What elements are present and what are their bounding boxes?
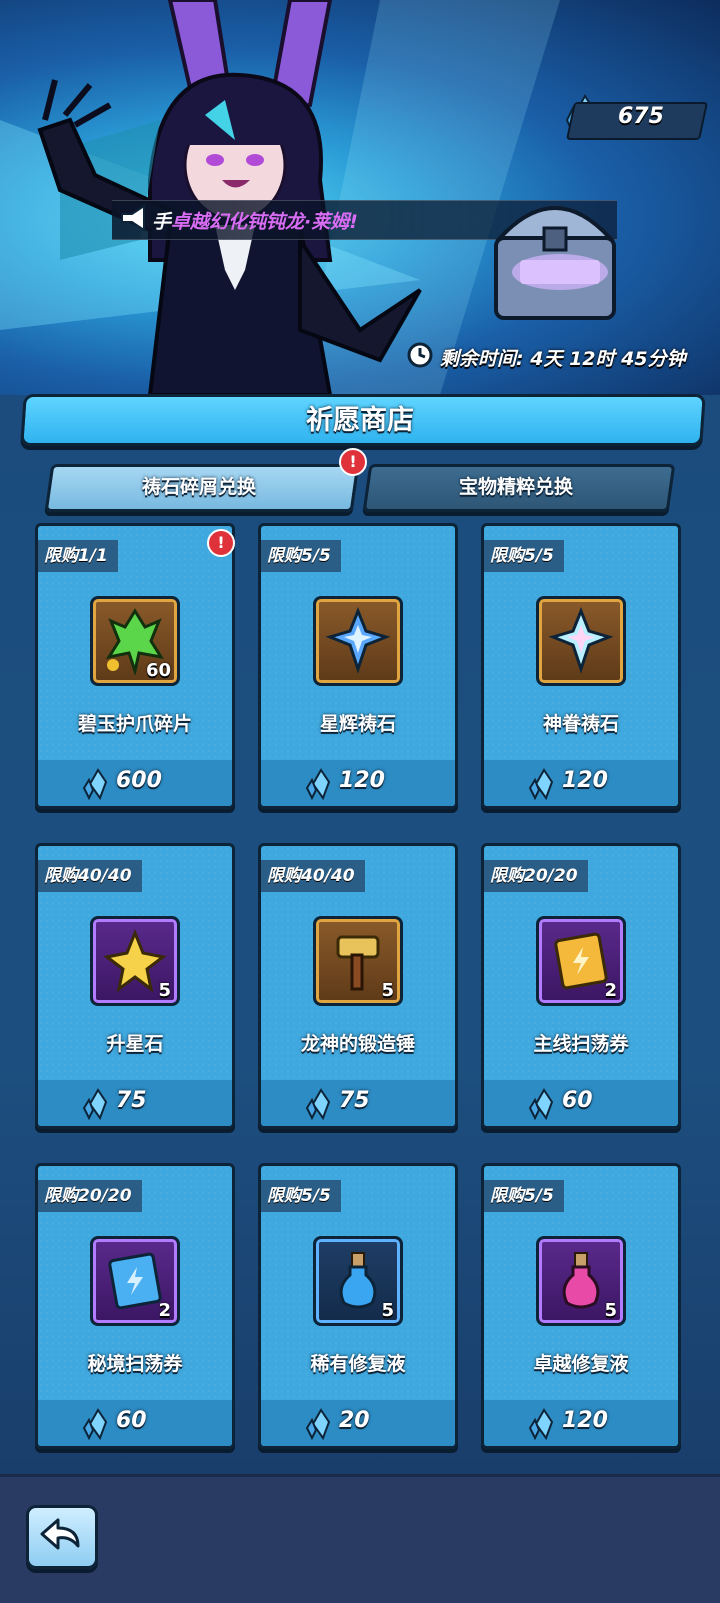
event-banner: 675 手卓越幻化钝钝龙·莱姆! 剩余时间: 4天 12时 45分钟 — [0, 0, 720, 395]
item-frame: 5 — [536, 1236, 626, 1326]
shop-title: 祈愿商店 — [306, 405, 414, 436]
item-frame: 2 — [90, 1236, 180, 1326]
crystal-icon — [82, 768, 108, 800]
shop-item-card[interactable]: 限购5/5 神眷祷石 120 — [481, 523, 681, 809]
tab-treasure-essence-exchange-label: 宝物精粹兑换 — [458, 476, 573, 498]
item-price: 60 — [562, 1088, 593, 1113]
purchase-limit: 限购5/5 — [261, 1180, 341, 1212]
item-quantity: 2 — [604, 980, 617, 1001]
shop-item-card[interactable]: 限购40/40 5 龙神的锻造锤 75 — [258, 843, 458, 1129]
item-name: 神眷祷石 — [542, 713, 619, 735]
purchase-limit: 限购40/40 — [38, 860, 142, 892]
shop-item-card[interactable]: 限购5/5 星辉祷石 120 — [258, 523, 458, 809]
item-name: 星辉祷石 — [319, 713, 396, 735]
price-bar: 60 — [38, 1400, 232, 1446]
item-quantity: 5 — [381, 980, 394, 1001]
tab-prayer-stone-exchange-label: 祷石碎屑兑换 — [141, 476, 256, 498]
item-quantity: 2 — [158, 1300, 171, 1321]
crystal-icon — [82, 1408, 108, 1440]
crystal-icon — [305, 1088, 331, 1120]
item-alert-badge: ! — [207, 529, 235, 557]
item-name: 秘境扫荡券 — [87, 1353, 183, 1375]
shop-item-card[interactable]: 限购20/20 2 主线扫荡券 60 — [481, 843, 681, 1129]
purchase-limit: 限购5/5 — [261, 540, 341, 572]
price-bar: 120 — [261, 760, 455, 806]
purchase-limit: 限购20/20 — [38, 1180, 142, 1212]
item-name: 卓越修复液 — [533, 1353, 629, 1375]
price-bar: 60 — [484, 1080, 678, 1126]
tab-alert-badge: ! — [339, 448, 367, 476]
timer-label: 剩余时间: 4天 12时 45分钟 — [440, 348, 686, 370]
price-bar: 600 — [38, 760, 232, 806]
item-frame — [536, 596, 626, 686]
bottom-bar — [0, 1474, 720, 1603]
treasure-chest-icon[interactable] — [490, 178, 620, 328]
item-price: 75 — [116, 1088, 147, 1113]
crystal-icon — [82, 1088, 108, 1120]
item-price: 60 — [116, 1408, 147, 1433]
shop-item-card[interactable]: 限购20/20 2 秘境扫荡券 60 — [35, 1163, 235, 1449]
item-frame: 60 — [90, 596, 180, 686]
crystal-icon — [528, 768, 554, 800]
item-quantity: 60 — [145, 660, 171, 681]
item-frame: 5 — [313, 916, 403, 1006]
item-name: 碧玉护爪碎片 — [77, 713, 192, 735]
item-quantity: 5 — [381, 1300, 394, 1321]
divine-prayer-stone-icon — [548, 607, 614, 674]
item-price: 120 — [562, 768, 608, 793]
crystal-icon — [305, 1408, 331, 1440]
currency-amount: 675 — [618, 104, 664, 129]
crystal-icon — [528, 1088, 554, 1120]
item-frame: 5 — [90, 916, 180, 1006]
timer-value: 4天 12时 45分钟 — [530, 348, 686, 370]
announcement-text: 手卓越幻化钝钝龙·莱姆! — [152, 211, 358, 233]
clock-icon — [407, 342, 433, 368]
price-bar: 20 — [261, 1400, 455, 1446]
item-name: 升星石 — [106, 1033, 164, 1055]
shop-item-card[interactable]: 限购5/5 5 卓越修复液 120 — [481, 1163, 681, 1449]
back-arrow-icon — [40, 1518, 80, 1550]
purchase-limit: 限购5/5 — [484, 540, 564, 572]
item-name: 稀有修复液 — [310, 1353, 406, 1375]
back-button[interactable] — [26, 1505, 98, 1569]
crystal-icon — [528, 1408, 554, 1440]
item-frame: 5 — [313, 1236, 403, 1326]
shop-item-card[interactable]: 限购5/5 5 稀有修复液 20 — [258, 1163, 458, 1449]
star-prayer-stone-icon — [325, 607, 391, 674]
item-frame — [313, 596, 403, 686]
crystal-icon — [305, 768, 331, 800]
purchase-limit: 限购5/5 — [484, 1180, 564, 1212]
item-price: 120 — [339, 768, 385, 793]
item-price: 600 — [116, 768, 162, 793]
price-bar: 75 — [38, 1080, 232, 1126]
item-quantity: 5 — [604, 1300, 617, 1321]
item-frame: 2 — [536, 916, 626, 1006]
purchase-limit: 限购20/20 — [484, 860, 588, 892]
price-bar: 120 — [484, 760, 678, 806]
item-price: 20 — [339, 1408, 370, 1433]
purchase-limit: 限购1/1 — [38, 540, 118, 572]
megaphone-icon — [121, 204, 145, 232]
item-name: 主线扫荡券 — [533, 1033, 629, 1055]
item-price: 120 — [562, 1408, 608, 1433]
shop-item-card[interactable]: 限购40/40 5 升星石 75 — [35, 843, 235, 1129]
shop-item-card[interactable]: 限购1/1 60 碧玉护爪碎片 600 — [35, 523, 235, 809]
item-price: 75 — [339, 1088, 370, 1113]
purchase-limit: 限购40/40 — [261, 860, 365, 892]
price-bar: 120 — [484, 1400, 678, 1446]
item-name: 龙神的锻造锤 — [300, 1033, 415, 1055]
price-bar: 75 — [261, 1080, 455, 1126]
item-quantity: 5 — [158, 980, 171, 1001]
